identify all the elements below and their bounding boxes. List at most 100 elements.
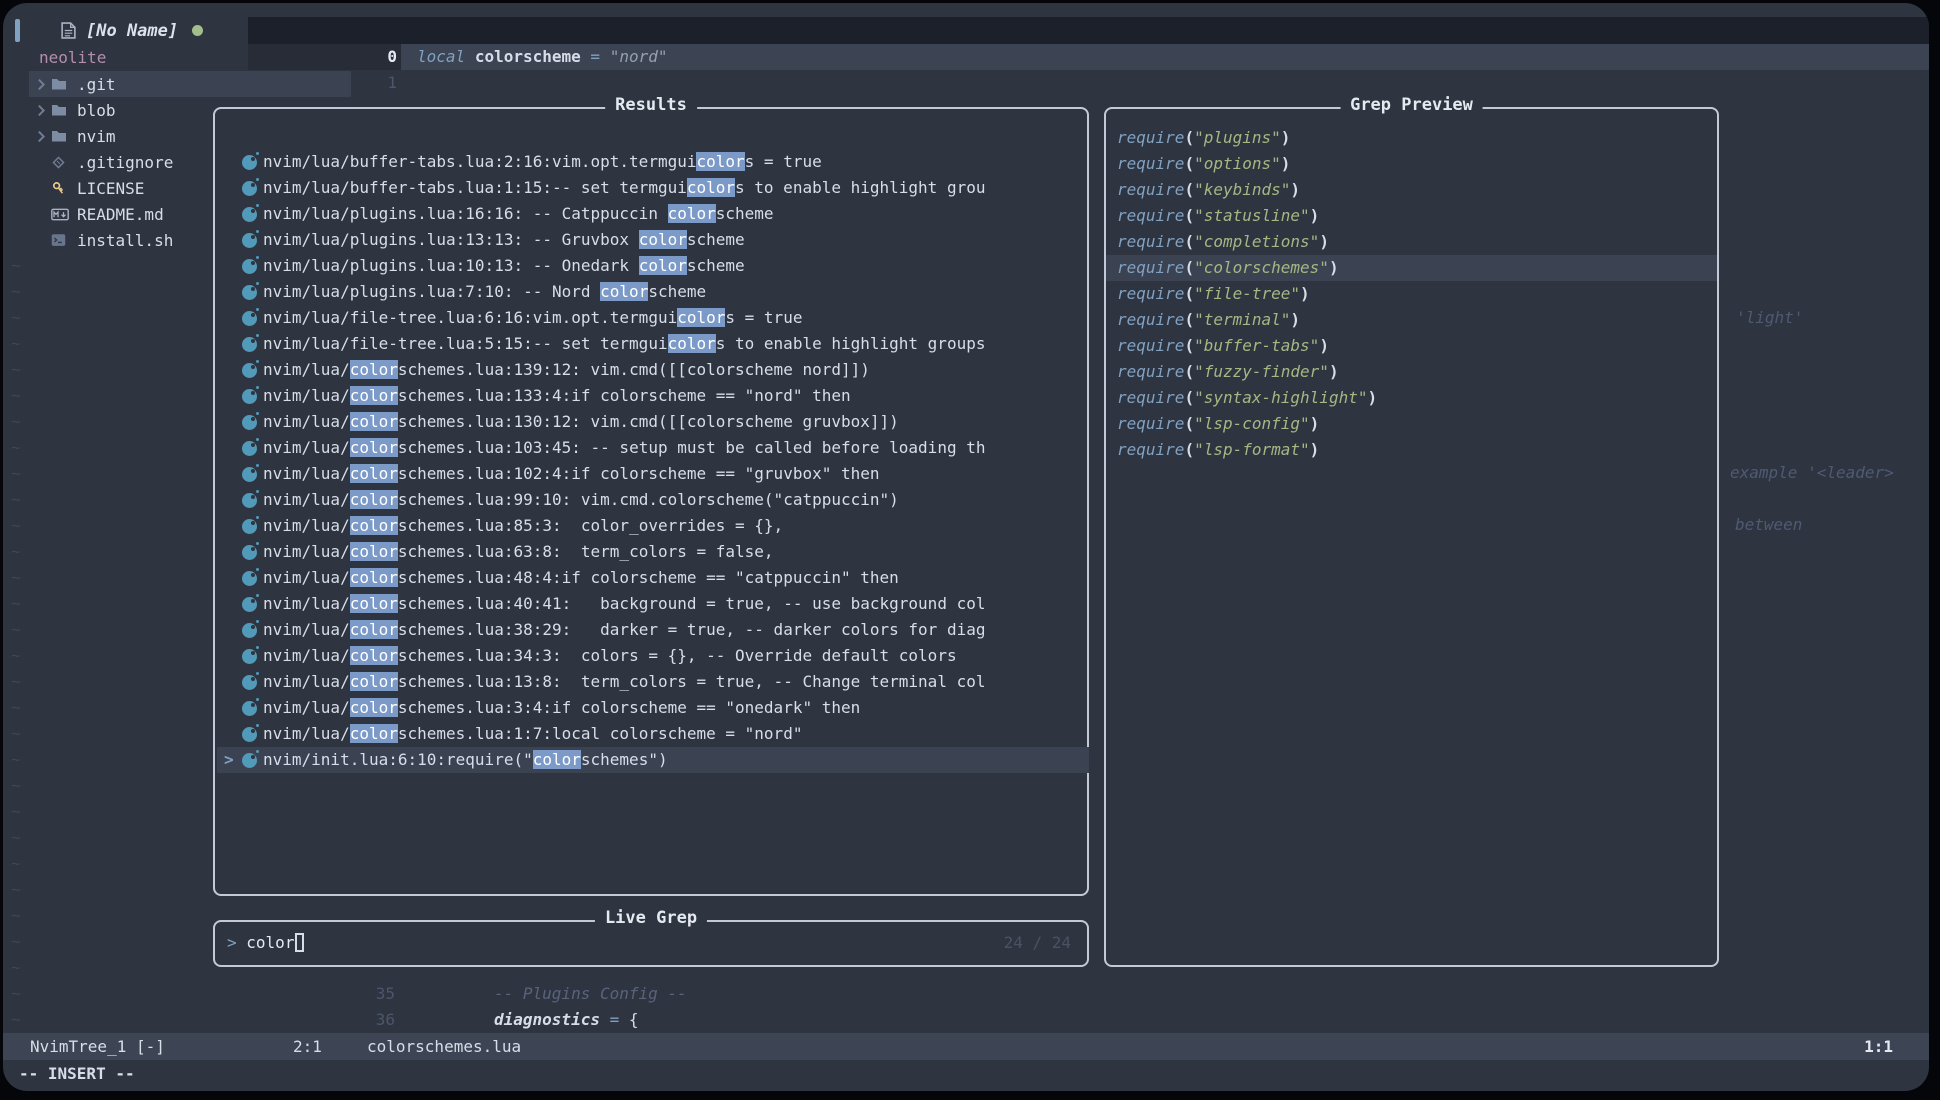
modified-indicator-dot [192, 25, 203, 36]
result-row[interactable]: nvim/lua/colorschemes.lua:85:3: color_ov… [217, 513, 1089, 539]
variable-colorscheme: colorscheme [475, 47, 581, 66]
empty-line-tilde: ~ [11, 383, 21, 409]
livegrep-title: Live Grep [595, 908, 707, 928]
preview-line[interactable]: require("colorschemes") [1106, 255, 1717, 281]
result-row[interactable]: nvim/lua/colorschemes.lua:13:8: term_col… [217, 669, 1089, 695]
lua-file-icon [242, 441, 257, 456]
result-row[interactable]: nvim/lua/colorschemes.lua:34:3: colors =… [217, 643, 1089, 669]
empty-line-tilde: ~ [11, 877, 21, 903]
lua-file-icon [242, 285, 257, 300]
operator-equals: = [590, 47, 600, 66]
line-number-1: 1 [357, 70, 397, 96]
empty-line-tilde: ~ [11, 331, 21, 357]
lua-file-icon [242, 155, 257, 170]
result-row[interactable]: nvim/lua/colorschemes.lua:99:10: vim.cmd… [217, 487, 1089, 513]
result-row[interactable]: nvim/lua/colorschemes.lua:38:29: darker … [217, 617, 1089, 643]
result-row[interactable]: nvim/lua/colorschemes.lua:1:7:local colo… [217, 721, 1089, 747]
result-row[interactable]: nvim/lua/buffer-tabs.lua:2:16:vim.opt.te… [217, 149, 1089, 175]
empty-line-tilde: ~ [11, 1007, 21, 1033]
result-text: nvim/lua/colorschemes.lua:38:29: darker … [263, 617, 985, 643]
empty-line-tilde: ~ [11, 357, 21, 383]
empty-line-tilde: ~ [11, 461, 21, 487]
result-text: nvim/lua/colorschemes.lua:102:4:if color… [263, 461, 880, 487]
lua-file-icon [242, 597, 257, 612]
result-text: nvim/lua/colorschemes.lua:34:3: colors =… [263, 643, 957, 669]
line-number-35: 35 [355, 981, 395, 1007]
preview-line[interactable]: require("lsp-config") [1106, 411, 1717, 437]
result-row[interactable]: nvim/lua/plugins.lua:13:13: -- Gruvbox c… [217, 227, 1089, 253]
result-text: nvim/lua/file-tree.lua:6:16:vim.opt.term… [263, 305, 802, 331]
preview-line[interactable]: require("options") [1106, 151, 1717, 177]
result-row[interactable]: nvim/lua/colorschemes.lua:130:12: vim.cm… [217, 409, 1089, 435]
lua-file-icon [242, 623, 257, 638]
empty-line-tilde: ~ [11, 721, 21, 747]
result-row[interactable]: nvim/lua/buffer-tabs.lua:1:15:-- set ter… [217, 175, 1089, 201]
lua-file-icon [242, 181, 257, 196]
result-text: nvim/lua/colorschemes.lua:1:7:local colo… [263, 721, 802, 747]
match-highlight: color [350, 594, 398, 613]
result-row[interactable]: nvim/lua/colorschemes.lua:102:4:if color… [217, 461, 1089, 487]
match-highlight: color [350, 620, 398, 639]
preview-line[interactable]: require("completions") [1106, 229, 1717, 255]
file-tree-root[interactable]: neolite [39, 45, 106, 71]
result-row[interactable]: nvim/lua/file-tree.lua:6:16:vim.opt.term… [217, 305, 1089, 331]
result-row[interactable]: nvim/lua/plugins.lua:7:10: -- Nord color… [217, 279, 1089, 305]
result-row[interactable]: >nvim/init.lua:6:10:require("colorscheme… [217, 747, 1089, 773]
result-row[interactable]: nvim/lua/colorschemes.lua:3:4:if colorsc… [217, 695, 1089, 721]
preview-line[interactable]: require("buffer-tabs") [1106, 333, 1717, 359]
field-diagnostics: diagnostics [494, 1010, 600, 1029]
match-highlight: color [350, 490, 398, 509]
lua-file-icon [242, 415, 257, 430]
livegrep-window: Live Grep > color 24 / 24 [213, 920, 1089, 967]
match-highlight: color [350, 568, 398, 587]
result-text: nvim/lua/colorschemes.lua:103:45: -- set… [263, 435, 985, 461]
result-text: nvim/lua/plugins.lua:16:16: -- Catppucci… [263, 201, 774, 227]
empty-line-tilde: ~ [11, 825, 21, 851]
result-row[interactable]: nvim/lua/colorschemes.lua:133:4:if color… [217, 383, 1089, 409]
code-line-36: diagnostics={ [494, 1007, 639, 1033]
result-text: nvim/lua/plugins.lua:10:13: -- Onedark c… [263, 253, 745, 279]
match-highlight: color [350, 516, 398, 535]
code-line-0[interactable]: localcolorscheme="nord" [417, 44, 668, 70]
folder-icon [51, 77, 77, 91]
file-tree-item-label: README.md [77, 205, 164, 224]
results-window: Results nvim/lua/buffer-tabs.lua:2:16:vi… [213, 107, 1089, 896]
result-row[interactable]: nvim/lua/colorschemes.lua:103:45: -- set… [217, 435, 1089, 461]
string-nord: "nord" [610, 47, 668, 66]
preview-line[interactable]: require("syntax-highlight") [1106, 385, 1717, 411]
preview-line[interactable]: require("lsp-format") [1106, 437, 1717, 463]
background-text-fragment: between [1735, 512, 1802, 538]
result-row[interactable]: nvim/lua/colorschemes.lua:139:12: vim.cm… [217, 357, 1089, 383]
lua-file-icon [242, 233, 257, 248]
preview-line[interactable]: require("statusline") [1106, 203, 1717, 229]
line-number-0: 0 [357, 44, 397, 70]
preview-line[interactable]: require("terminal") [1106, 307, 1717, 333]
empty-line-tilde: ~ [11, 799, 21, 825]
file-tree-item--git[interactable]: .git [29, 71, 351, 97]
empty-line-tilde: ~ [11, 773, 21, 799]
tabline: [No Name] [3, 17, 1929, 44]
buffer-tab[interactable]: [No Name] [43, 17, 248, 44]
result-row[interactable]: nvim/lua/colorschemes.lua:48:4:if colors… [217, 565, 1089, 591]
empty-line-tilde: ~ [11, 253, 21, 279]
background-text-fragment: example '<leader> [1730, 460, 1894, 486]
lua-file-icon [242, 519, 257, 534]
preview-line[interactable]: require("keybinds") [1106, 177, 1717, 203]
result-row[interactable]: nvim/lua/file-tree.lua:5:15:-- set termg… [217, 331, 1089, 357]
statusline: NvimTree_1 [-] 2:1 colorschemes.lua 1:1 [3, 1033, 1929, 1060]
markdown-icon [51, 208, 77, 221]
chevron-right-icon [29, 130, 51, 143]
result-row[interactable]: nvim/lua/colorschemes.lua:40:41: backgro… [217, 591, 1089, 617]
result-row[interactable]: nvim/lua/colorschemes.lua:63:8: term_col… [217, 539, 1089, 565]
preview-line[interactable]: require("plugins") [1106, 125, 1717, 151]
result-text: nvim/lua/colorschemes.lua:85:3: color_ov… [263, 513, 783, 539]
livegrep-input[interactable]: > color [227, 930, 304, 956]
statusline-filename: colorschemes.lua [367, 1033, 521, 1060]
match-highlight: color [696, 152, 744, 171]
folder-icon [51, 103, 77, 117]
preview-line[interactable]: require("fuzzy-finder") [1106, 359, 1717, 385]
preview-line[interactable]: require("file-tree") [1106, 281, 1717, 307]
result-row[interactable]: nvim/lua/plugins.lua:10:13: -- Onedark c… [217, 253, 1089, 279]
result-text: nvim/init.lua:6:10:require("colorschemes… [263, 747, 668, 773]
result-row[interactable]: nvim/lua/plugins.lua:16:16: -- Catppucci… [217, 201, 1089, 227]
